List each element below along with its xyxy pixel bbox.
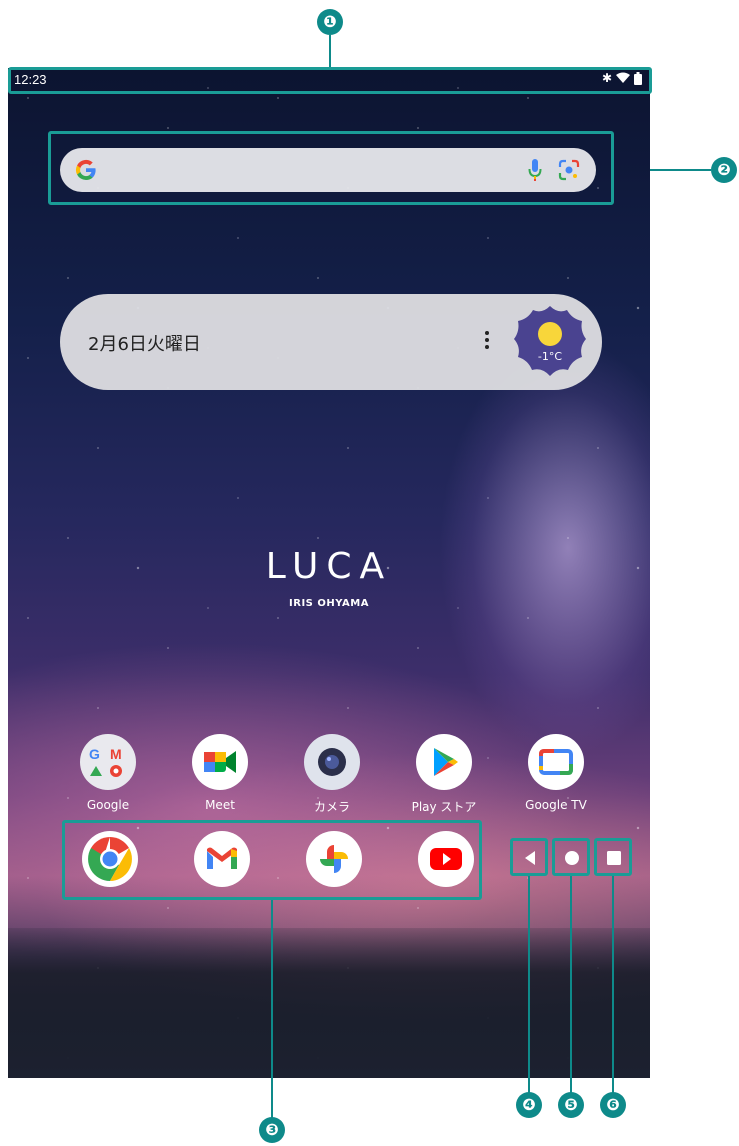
callout-4-line <box>528 876 530 1094</box>
frame-back-button <box>510 838 548 876</box>
callout-2: ❷ <box>711 157 737 183</box>
google-tv-icon <box>528 734 584 790</box>
weather-badge[interactable]: -1°C <box>512 304 588 380</box>
weather-badge-shape <box>514 306 586 376</box>
app-camera[interactable]: カメラ <box>282 734 382 815</box>
app-play-store[interactable]: Play ストア <box>394 734 494 815</box>
callout-3-line <box>271 900 273 1120</box>
camera-icon <box>304 734 360 790</box>
app-label-google-tv: Google TV <box>525 798 587 812</box>
app-label-play-store: Play ストア <box>411 800 477 814</box>
date-weather-widget[interactable]: 2月6日火曜日 -1°C <box>60 294 602 390</box>
callout-4: ❹ <box>516 1092 542 1118</box>
date-text: 2月6日火曜日 <box>88 334 201 355</box>
sun-icon <box>538 322 562 346</box>
app-label-meet: Meet <box>205 798 235 812</box>
callout-5: ❺ <box>558 1092 584 1118</box>
frame-search-bar <box>48 131 614 205</box>
more-vert-icon[interactable] <box>484 330 490 350</box>
luca-logo: LUCA <box>265 546 393 587</box>
callout-1: ❶ <box>317 9 343 35</box>
iris-ohyama-logo: IRIS OHYAMA <box>289 598 369 609</box>
temperature: -1°C <box>537 350 563 363</box>
callout-6-line <box>612 876 614 1094</box>
frame-dock <box>62 820 482 900</box>
frame-home-button <box>552 838 590 876</box>
frame-status-bar <box>8 67 652 94</box>
meet-icon <box>192 734 248 790</box>
google-folder-icon: G M <box>80 734 136 790</box>
app-google-tv[interactable]: Google TV <box>506 734 606 812</box>
app-meet[interactable]: Meet <box>170 734 270 812</box>
home-screen: 12:23 ✱ 2月6日火曜日 -1°C LUCA IRIS OHYAMA G … <box>8 68 650 1078</box>
svg-text:G: G <box>89 746 100 762</box>
svg-text:M: M <box>110 746 122 762</box>
callout-5-line <box>570 876 572 1094</box>
frame-recents-button <box>594 838 632 876</box>
play-store-icon <box>416 734 472 790</box>
callout-3: ❸ <box>259 1117 285 1143</box>
callout-1-line <box>329 35 331 67</box>
app-label-google: Google <box>86 798 130 812</box>
callout-6: ❻ <box>600 1092 626 1118</box>
wallpaper-horizon <box>8 928 650 1078</box>
app-label-camera: カメラ <box>313 800 350 814</box>
app-google[interactable]: G M Google <box>58 734 158 812</box>
